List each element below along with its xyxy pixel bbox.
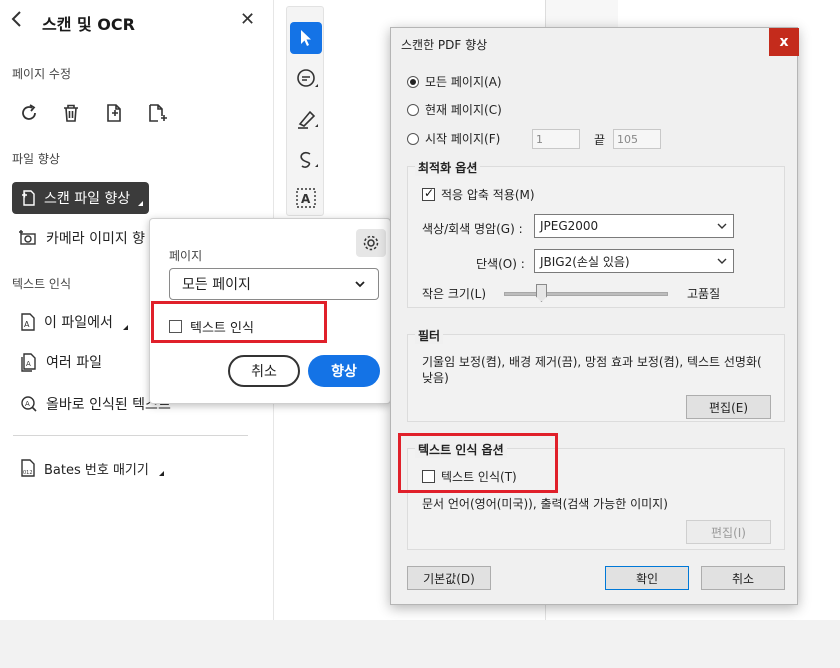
- flyout-corner-icon: [122, 324, 128, 330]
- enhance-scanned-pdf-dialog: 스캔한 PDF 향상 x 모든 페이지(A) 현재 페이지(C) 시작 페이지(…: [390, 27, 799, 605]
- small-size-label: 작은 크기(L): [422, 287, 487, 301]
- text-recognition-option-label: 텍스트 인식(T): [441, 470, 517, 484]
- insert-page-icon[interactable]: [146, 102, 170, 126]
- close-icon[interactable]: ✕: [240, 9, 255, 30]
- panel-title: 스캔 및 OCR: [42, 15, 135, 34]
- radio-all-label: 모든 페이지(A): [425, 75, 502, 89]
- text-recognition-label: 텍스트 인식: [190, 321, 254, 336]
- enhance-scanned-label: 스캔 파일 향상: [44, 191, 131, 207]
- bates-numbering-item[interactable]: 012 Bates 번호 매기기: [20, 458, 164, 478]
- text-recognition-option-checkbox[interactable]: 텍스트 인식(T): [422, 468, 517, 485]
- extract-pages-icon[interactable]: [103, 102, 127, 126]
- rotate-icon[interactable]: [18, 102, 42, 126]
- checkbox-checked: [422, 186, 435, 201]
- defaults-button[interactable]: 기본값(D): [407, 566, 491, 590]
- text-select-icon[interactable]: A: [294, 186, 320, 216]
- section-text-recognition: 텍스트 인식: [12, 277, 72, 291]
- bates-icon: 012: [21, 459, 35, 477]
- radio-unselected: [407, 132, 419, 145]
- mono-label: 단색(O) :: [476, 257, 525, 271]
- radio-current-page[interactable]: 현재 페이지(C): [407, 101, 502, 118]
- radio-selected: [407, 75, 419, 88]
- gear-icon: [363, 235, 379, 251]
- radio-start-page[interactable]: 시작 페이지(F): [407, 130, 500, 147]
- flyout-corner-icon: [158, 470, 164, 476]
- status-area: [0, 620, 840, 668]
- mono-compression-select[interactable]: JBIG2(손실 있음): [534, 249, 734, 273]
- cursor-arrow-icon: [301, 30, 311, 46]
- text-options-edit-button[interactable]: 편집(I): [686, 520, 771, 544]
- quality-slider-track[interactable]: [504, 292, 668, 296]
- section-page-edit: 페이지 수정: [12, 67, 72, 81]
- radio-unselected: [407, 103, 419, 116]
- optimization-title: 최적화 옵션: [415, 159, 481, 176]
- document-text-icon: A: [21, 313, 35, 331]
- bates-label: Bates 번호 매기기: [44, 462, 149, 478]
- adaptive-label: 적응 압축 적용(M): [441, 188, 535, 202]
- enhance-button[interactable]: 향상: [308, 355, 380, 387]
- end-page-input[interactable]: 105: [613, 129, 661, 149]
- document-area: [545, 0, 618, 28]
- page-range-value: 모든 페이지: [182, 277, 251, 293]
- multiple-files-icon: A: [21, 353, 36, 372]
- highlight-pen-icon[interactable]: [294, 106, 320, 136]
- filter-title: 필터: [415, 327, 444, 344]
- dialog-cancel-button[interactable]: 취소: [701, 566, 785, 590]
- high-quality-label: 고품질: [687, 287, 721, 301]
- mono-value: JBIG2(손실 있음): [540, 254, 630, 269]
- ok-button[interactable]: 확인: [605, 566, 689, 590]
- enhance-camera-image-item[interactable]: 카메라 이미지 향: [18, 228, 145, 248]
- page-label: 페이지: [169, 249, 203, 263]
- filter-edit-button[interactable]: 편집(E): [686, 395, 771, 419]
- checkbox-unchecked: [169, 320, 182, 333]
- dialog-title: 스캔한 PDF 향상: [401, 38, 488, 52]
- delete-icon[interactable]: [60, 102, 84, 126]
- chevron-down-icon: [717, 258, 727, 264]
- ocr-in-this-file-item[interactable]: A 이 파일에서: [20, 312, 128, 332]
- radio-start-label: 시작 페이지(F): [425, 132, 501, 146]
- section-file-enhance: 파일 향상: [12, 152, 60, 166]
- chevron-down-icon: [355, 281, 365, 288]
- in-this-file-label: 이 파일에서: [44, 315, 113, 331]
- magnify-text-icon: A: [21, 396, 37, 412]
- enhance-options-popup: 페이지 모든 페이지 텍스트 인식 취소 향상: [149, 218, 391, 404]
- svg-text:012: 012: [23, 470, 33, 476]
- page-range-select[interactable]: 모든 페이지: [169, 268, 379, 300]
- svg-text:A: A: [301, 192, 311, 206]
- text-recognition-checkbox[interactable]: 텍스트 인식: [169, 317, 254, 336]
- filter-desc-line2: 낮음): [422, 371, 449, 385]
- radio-all-pages[interactable]: 모든 페이지(A): [407, 73, 502, 90]
- scan-file-icon: [22, 190, 35, 206]
- cancel-button[interactable]: 취소: [228, 355, 300, 387]
- color-value: JPEG2000: [540, 219, 599, 233]
- chevron-down-icon: [717, 223, 727, 229]
- adaptive-compression-checkbox[interactable]: 적응 압축 적용(M): [422, 186, 535, 203]
- svg-text:A: A: [24, 320, 30, 329]
- end-label: 끝: [594, 133, 606, 147]
- radio-current-label: 현재 페이지(C): [425, 103, 502, 117]
- svg-text:A: A: [25, 400, 30, 408]
- enhance-camera-label: 카메라 이미지 향: [46, 231, 146, 247]
- enhance-scanned-file-button[interactable]: 스캔 파일 향상: [12, 182, 149, 214]
- back-arrow-icon[interactable]: [10, 10, 24, 33]
- select-tool-button[interactable]: [290, 22, 322, 54]
- settings-button[interactable]: [356, 229, 386, 257]
- color-compression-select[interactable]: JPEG2000: [534, 214, 734, 238]
- comment-tool-icon[interactable]: [294, 66, 320, 96]
- svg-text:A: A: [26, 360, 31, 368]
- draw-freehand-icon[interactable]: [294, 146, 320, 176]
- filter-desc-line1: 기울임 보정(켬), 배경 제거(끔), 망점 효과 보정(켬), 텍스트 선명…: [422, 355, 762, 369]
- dialog-close-button[interactable]: x: [769, 28, 799, 56]
- camera-icon: [19, 230, 36, 245]
- flyout-corner-icon: [138, 200, 144, 206]
- text-options-desc: 문서 언어(영어(미국)), 출력(검색 가능한 이미지): [422, 497, 668, 511]
- color-label: 색상/회색 명암(G) :: [422, 222, 523, 236]
- checkbox-unchecked: [422, 470, 435, 483]
- ocr-multiple-files-item[interactable]: A 여러 파일: [20, 352, 102, 372]
- start-page-input[interactable]: 1: [532, 129, 580, 149]
- multiple-files-label: 여러 파일: [46, 355, 102, 371]
- divider: [13, 435, 248, 436]
